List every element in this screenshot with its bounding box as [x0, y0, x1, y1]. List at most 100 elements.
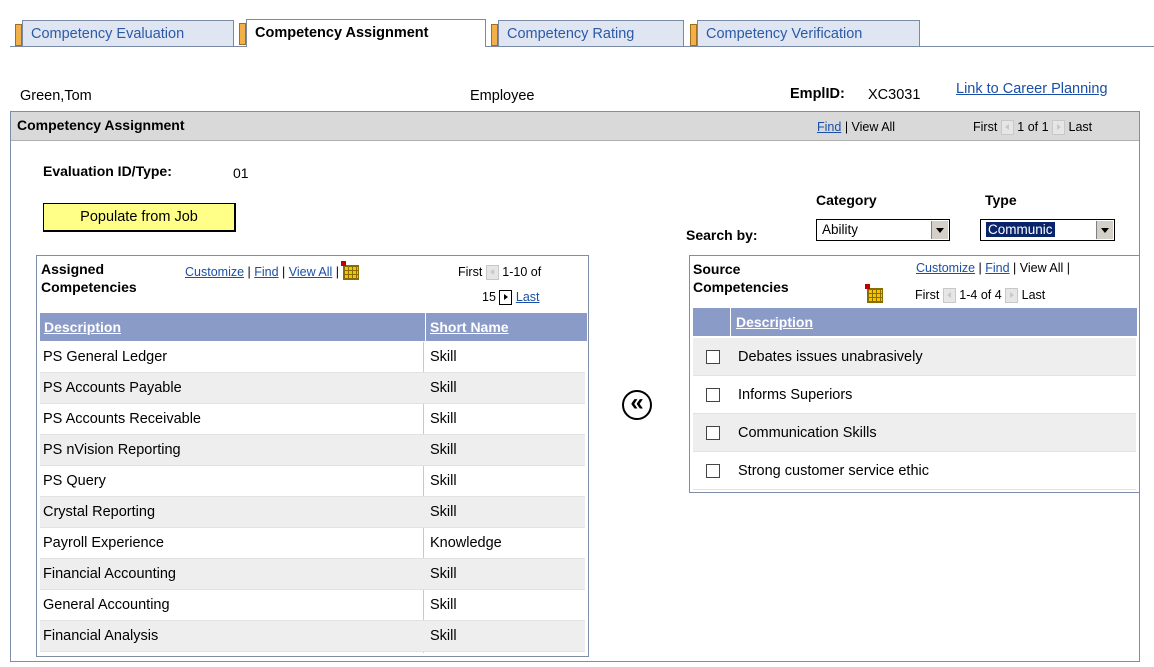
panel-first[interactable]: First [973, 120, 997, 134]
chevron-down-icon[interactable] [931, 221, 948, 239]
search-by-label: Search by: [686, 227, 758, 243]
table-row[interactable]: PS Accounts Receivable Skill [40, 404, 585, 435]
list-item[interactable]: Informs Superiors [693, 376, 1136, 414]
tab-separator [491, 24, 498, 46]
tab-label: Competency Assignment [255, 25, 429, 41]
source-first[interactable]: First [915, 288, 939, 302]
col-description-header[interactable]: Description [40, 313, 426, 341]
table-row[interactable]: Financial Accounting Skill [40, 559, 585, 590]
table-row[interactable]: PS Accounts Payable Skill [40, 373, 585, 404]
table-row[interactable]: Payroll Experience Knowledge [40, 528, 585, 559]
tab-competency-evaluation[interactable]: Competency Evaluation [15, 20, 234, 46]
row-description: Crystal Reporting [43, 504, 156, 520]
assigned-first[interactable]: First [458, 265, 482, 279]
panel-view-all[interactable]: View All [852, 120, 896, 134]
panel-last[interactable]: Last [1069, 120, 1093, 134]
assigned-find-link[interactable]: Find [254, 265, 278, 279]
populate-from-job-button[interactable]: Populate from Job [43, 203, 236, 232]
source-title-line1: Source [693, 261, 741, 277]
col-description-header[interactable]: Description [731, 308, 1137, 336]
source-title: Source Competencies [693, 260, 789, 296]
row-short-name: Skill [430, 411, 457, 427]
assigned-title: Assigned Competencies [41, 260, 137, 296]
download-grid-icon[interactable] [340, 261, 359, 281]
prev-arrow-icon[interactable] [485, 265, 499, 281]
double-left-arrow-icon: « [630, 389, 644, 416]
tab-separator [15, 24, 22, 46]
row-description: Informs Superiors [738, 387, 853, 403]
col-description-label: Description [736, 314, 814, 330]
nav-sep: | [844, 120, 852, 134]
type-select-value: Communic [985, 221, 1056, 238]
source-pager: First 1-4 of 4 Last [915, 288, 1046, 304]
assigned-pager-bottom: 15 Last [482, 290, 540, 306]
table-row[interactable]: PS Query Skill [40, 466, 585, 497]
assigned-competencies-grid: Assigned Competencies Customize | Find |… [36, 255, 589, 657]
list-item[interactable]: Strong customer service ethic [693, 452, 1136, 490]
category-select[interactable]: Ability [816, 219, 950, 241]
source-last[interactable]: Last [1022, 288, 1046, 302]
row-short-name: Knowledge [430, 535, 502, 551]
source-find-link[interactable]: Find [985, 261, 1009, 275]
assigned-view-all-link[interactable]: View All [289, 265, 333, 279]
prev-arrow-icon[interactable] [942, 288, 956, 304]
next-arrow-icon[interactable] [1005, 288, 1019, 304]
row-description: Financial Analysis [43, 628, 159, 644]
row-description: Payroll Experience [43, 535, 164, 551]
prev-arrow-icon[interactable] [1000, 120, 1014, 136]
row-short-name: Skill [430, 473, 457, 489]
list-item[interactable]: Debates issues unabrasively [693, 338, 1136, 376]
col-short-name-header[interactable]: Short Name [426, 313, 587, 341]
row-short-name: Skill [430, 566, 457, 582]
table-row[interactable]: General Accounting Skill [40, 590, 585, 621]
assigned-title-line1: Assigned [41, 261, 105, 277]
download-grid-icon[interactable] [865, 284, 883, 304]
tab-competency-verification[interactable]: Competency Verification [690, 20, 920, 46]
tab-separator [690, 24, 697, 46]
tab-label: Competency Verification [706, 26, 863, 42]
panel-pager: First 1 of 1 Last [973, 120, 1093, 136]
next-arrow-icon[interactable] [499, 290, 513, 306]
assigned-customize-link[interactable]: Customize [185, 265, 244, 279]
chevron-down-icon[interactable] [1096, 221, 1113, 239]
employee-role: Employee [470, 88, 535, 104]
row-checkbox[interactable] [706, 350, 720, 364]
table-row[interactable]: Crystal Reporting Skill [40, 497, 585, 528]
row-short-name: Skill [430, 380, 457, 396]
type-select[interactable]: Communic [980, 219, 1115, 241]
row-short-name: Skill [430, 597, 457, 613]
tab-competency-rating[interactable]: Competency Rating [491, 20, 684, 46]
source-range: 1-4 of 4 [959, 288, 1002, 302]
row-checkbox[interactable] [706, 464, 720, 478]
row-description: General Accounting [43, 597, 170, 613]
assigned-rows: PS General Ledger Skill PS Accounts Payab… [40, 342, 585, 653]
assigned-title-line2: Competencies [41, 279, 137, 295]
table-row[interactable]: Financial Analysis Skill [40, 621, 585, 652]
row-short-name: Skill [430, 628, 457, 644]
panel-find-link[interactable]: Find [817, 120, 841, 134]
tab-label: Competency Rating [507, 26, 635, 42]
tab-competency-assignment[interactable]: Competency Assignment [239, 19, 486, 47]
table-row[interactable]: PS nVision Reporting Skill [40, 435, 585, 466]
panel-title: Competency Assignment [17, 117, 185, 133]
link-career-planning[interactable]: Link to Career Planning [956, 81, 1108, 97]
source-customize-link[interactable]: Customize [916, 261, 975, 275]
row-description: Communication Skills [738, 425, 877, 441]
next-arrow-icon[interactable] [1052, 120, 1066, 136]
row-short-name: Skill [430, 349, 457, 365]
row-short-name: Skill [430, 442, 457, 458]
row-description: PS Query [43, 473, 106, 489]
assigned-grid-tools: Customize | Find | View All | [185, 261, 359, 281]
table-row[interactable]: PS General Ledger Skill [40, 342, 585, 373]
assigned-last-link[interactable]: Last [516, 290, 540, 304]
move-to-assigned-button[interactable]: « [622, 390, 652, 420]
row-description: PS General Ledger [43, 349, 168, 365]
category-select-value: Ability [822, 222, 859, 237]
list-item[interactable]: Communication Skills [693, 414, 1136, 452]
row-checkbox[interactable] [706, 388, 720, 402]
row-checkbox[interactable] [706, 426, 720, 440]
panel-count: 1 of 1 [1017, 120, 1049, 134]
type-label: Type [985, 192, 1017, 208]
source-title-line2: Competencies [693, 279, 789, 295]
source-view-all[interactable]: View All [1020, 261, 1064, 275]
